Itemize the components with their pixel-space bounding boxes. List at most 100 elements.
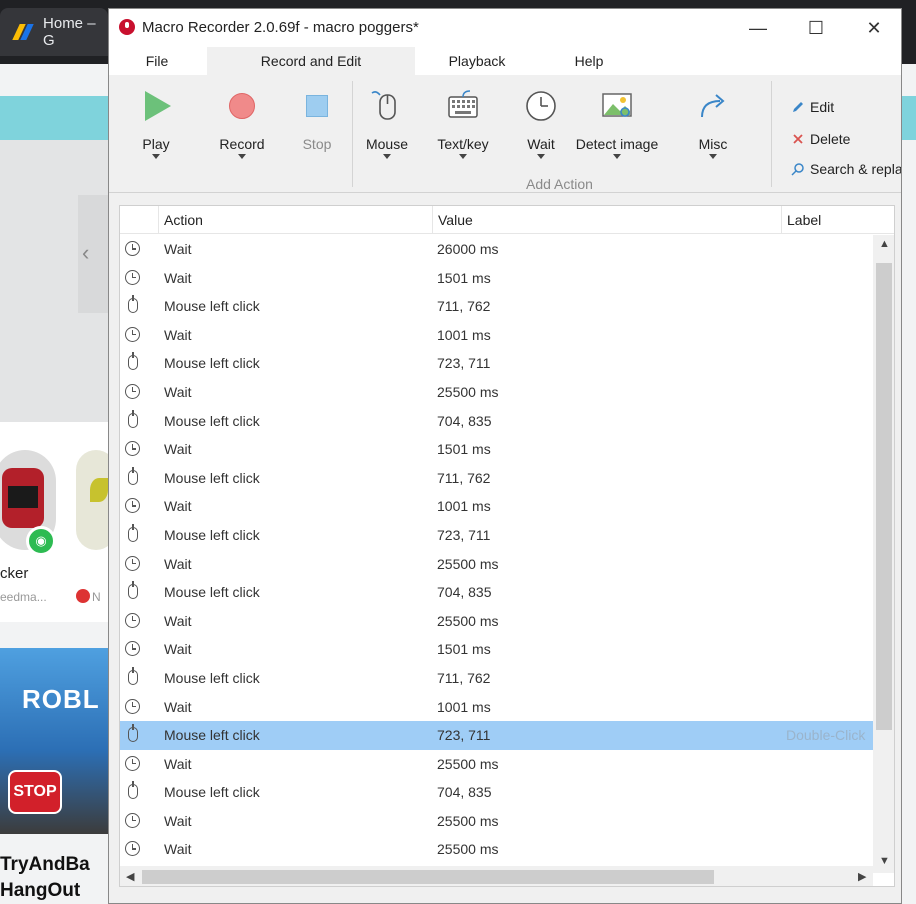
cell-action: Mouse left click xyxy=(164,784,260,801)
mouse-icon xyxy=(125,523,141,543)
mouse-action-button[interactable]: Mouse xyxy=(361,89,413,159)
textkey-dropdown-icon[interactable] xyxy=(459,154,467,159)
cell-value: 25500 ms xyxy=(437,383,499,400)
minimize-button[interactable]: — xyxy=(729,9,787,47)
table-row[interactable]: Wait 25500 ms xyxy=(120,607,873,636)
detect-image-dropdown-icon[interactable] xyxy=(613,154,621,159)
table-row[interactable]: Mouse left click 704, 835 xyxy=(120,578,873,607)
wait-label: Wait xyxy=(527,136,555,152)
mouse-icon xyxy=(125,581,141,600)
cell-value: 26000 ms xyxy=(437,241,499,257)
delete-button[interactable]: Delete xyxy=(791,131,850,147)
menu-record-and-edit[interactable]: Record and Edit xyxy=(207,47,415,75)
friend-name: cker xyxy=(0,565,29,582)
edit-button[interactable]: Edit xyxy=(791,99,834,115)
mouse-dropdown-icon[interactable] xyxy=(383,154,391,159)
table-row[interactable]: Wait 1001 ms xyxy=(120,492,873,521)
table-row[interactable]: Mouse left click 704, 835 xyxy=(120,407,873,436)
table-row[interactable]: Wait 1501 ms xyxy=(120,435,873,464)
menu-help[interactable]: Help xyxy=(563,47,615,75)
table-row[interactable]: Wait 25500 ms xyxy=(120,750,873,779)
wait-dropdown-icon[interactable] xyxy=(537,154,545,159)
mouse-icon xyxy=(125,352,141,371)
macro-action-list[interactable]: Action Value Label Wait 26000 ms Wait 1501 … xyxy=(119,205,895,887)
table-row[interactable]: Wait 25500 ms xyxy=(120,550,873,579)
clock-icon xyxy=(125,241,141,257)
title-bar[interactable]: Macro Recorder 2.0.69f - macro poggers* … xyxy=(109,9,901,47)
redo-arrow-icon xyxy=(696,89,730,123)
image-icon xyxy=(600,89,634,123)
table-row[interactable]: Mouse left click 723, 711 xyxy=(120,521,873,550)
clock-icon xyxy=(125,612,141,629)
play-button[interactable]: Play xyxy=(131,89,181,159)
close-button[interactable]: ✕ xyxy=(845,9,901,47)
cell-value: 1501 ms xyxy=(437,641,491,658)
column-header-action[interactable]: Action xyxy=(158,206,434,234)
table-row[interactable]: Wait 25500 ms xyxy=(120,835,873,864)
horizontal-scroll-thumb[interactable] xyxy=(142,870,714,884)
table-row[interactable]: Mouse left click 711, 762 xyxy=(120,664,873,693)
maximize-button[interactable]: ☐ xyxy=(787,9,845,47)
cell-action: Mouse left click xyxy=(164,727,260,744)
stop-label: Stop xyxy=(302,136,332,152)
search-replace-button[interactable]: Search & repla xyxy=(791,161,901,177)
cell-value: 711, 762 xyxy=(437,669,491,686)
game-title[interactable]: TryAndBa HangOut xyxy=(0,852,90,904)
table-row[interactable]: Wait 1001 ms xyxy=(120,321,873,350)
table-row[interactable]: Wait 1501 ms xyxy=(120,635,873,664)
vertical-scrollbar[interactable]: ▲ ▼ xyxy=(873,235,894,873)
table-row[interactable]: Wait 25500 ms xyxy=(120,807,873,836)
clock-icon xyxy=(125,269,141,286)
horizontal-scrollbar[interactable]: ◀ ▶ xyxy=(120,866,873,886)
stop-button[interactable]: Stop xyxy=(295,89,339,152)
table-row[interactable]: Mouse left click 704, 835 xyxy=(120,778,873,807)
clock-icon xyxy=(125,812,141,829)
table-row[interactable]: Wait 25500 ms xyxy=(120,378,873,407)
cell-value: 1001 ms xyxy=(437,326,491,343)
mouse-icon xyxy=(125,466,141,486)
table-row[interactable]: Wait 1001 ms xyxy=(120,693,873,722)
record-button[interactable]: Record xyxy=(211,89,273,159)
table-row[interactable]: Mouse left click 723, 711 Double-Click xyxy=(120,721,873,750)
misc-dropdown-icon[interactable] xyxy=(709,154,717,159)
column-header-value[interactable]: Value xyxy=(432,206,782,234)
cell-action: Wait xyxy=(164,612,192,629)
textkey-action-button[interactable]: Text/key xyxy=(433,89,493,159)
table-row[interactable]: Wait 26000 ms xyxy=(120,235,873,264)
record-label: Record xyxy=(219,136,265,152)
vertical-scroll-thumb[interactable] xyxy=(876,263,892,730)
carousel-prev-icon[interactable]: ‹ xyxy=(82,240,89,266)
scroll-right-icon[interactable]: ▶ xyxy=(858,870,866,883)
cell-action: Mouse left click xyxy=(164,298,260,315)
menu-playback[interactable]: Playback xyxy=(439,47,515,75)
play-dropdown-icon[interactable] xyxy=(152,154,160,159)
scroll-up-icon[interactable]: ▲ xyxy=(879,238,890,250)
keyboard-icon xyxy=(446,89,480,123)
scroll-down-icon[interactable]: ▼ xyxy=(879,855,890,867)
cell-action: Wait xyxy=(164,241,192,257)
clock-icon xyxy=(125,755,141,772)
cell-action: Wait xyxy=(164,841,192,858)
table-row[interactable]: Mouse left click 711, 762 xyxy=(120,464,873,493)
cell-action: Mouse left click xyxy=(164,584,260,601)
game-title-line-1: TryAndBa xyxy=(0,854,90,875)
cell-action: Wait xyxy=(164,812,192,829)
browser-tab[interactable]: Home – G xyxy=(0,8,108,56)
column-header-label[interactable]: Label xyxy=(781,206,894,234)
cell-action: Wait xyxy=(164,269,192,286)
cell-value: 1501 ms xyxy=(437,441,491,458)
record-dropdown-icon[interactable] xyxy=(238,154,246,159)
cell-value: 723, 711 xyxy=(437,355,491,372)
cell-value: 25500 ms xyxy=(437,812,499,829)
macro-recorder-window: Macro Recorder 2.0.69f - macro poggers* … xyxy=(108,8,902,904)
cell-value: 704, 835 xyxy=(437,784,492,801)
table-row[interactable]: Mouse left click 723, 711 xyxy=(120,349,873,378)
detect-image-button[interactable]: Detect image xyxy=(571,89,663,159)
ribbon-separator-2 xyxy=(771,81,772,187)
table-row[interactable]: Mouse left click 711, 762 xyxy=(120,292,873,321)
scroll-left-icon[interactable]: ◀ xyxy=(126,870,134,883)
misc-action-button[interactable]: Misc xyxy=(691,89,735,159)
wait-action-button[interactable]: Wait xyxy=(521,89,561,159)
table-row[interactable]: Wait 1501 ms xyxy=(120,264,873,293)
menu-file[interactable]: File xyxy=(129,47,185,75)
